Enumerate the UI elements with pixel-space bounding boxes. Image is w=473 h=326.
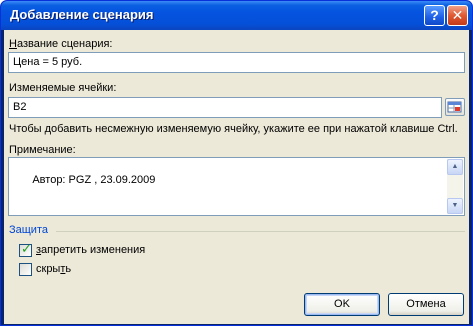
scenario-name-label: Название сценария: (9, 38, 112, 50)
prevent-changes-label[interactable]: запретить изменения (36, 244, 145, 256)
comment-label: Примечание: (9, 144, 76, 156)
cancel-button[interactable]: Отмена (388, 293, 464, 316)
hide-label-start: скры (36, 263, 61, 275)
prevent-changes-label-rest: апретить изменения (41, 244, 146, 256)
close-icon: ✕ (451, 7, 464, 23)
prevent-changes-checkbox[interactable]: ✓ (19, 241, 32, 257)
ok-button[interactable]: OK (304, 293, 380, 316)
hide-label-end: ь (65, 263, 72, 275)
comment-scrollbar[interactable]: ▲ ▼ (447, 159, 463, 214)
dialog-title: Добавление сценария (10, 7, 154, 22)
changing-cells-hint: Чтобы добавить несмежную изменяемую ячей… (9, 123, 458, 135)
arrow-down-icon: ▼ (451, 202, 459, 209)
changing-cells-label: Изменяемые ячейки: (9, 82, 117, 94)
arrow-up-icon: ▲ (451, 163, 459, 170)
title-bar[interactable]: Добавление сценария ? ✕ (1, 1, 472, 30)
scroll-up-button[interactable]: ▲ (447, 159, 463, 175)
scenario-name-input[interactable]: Цена = 5 руб. (8, 52, 465, 73)
hide-checkbox[interactable] (19, 263, 32, 276)
close-button[interactable]: ✕ (447, 5, 468, 26)
add-scenario-dialog: Добавление сценария ? ✕ Название сценари… (0, 0, 473, 326)
help-button[interactable]: ? (424, 5, 445, 26)
hide-label[interactable]: скрыть (36, 263, 71, 275)
changing-cells-input[interactable]: B2 (8, 97, 442, 118)
question-mark-icon: ? (430, 7, 439, 23)
scenario-name-label-first: Н (9, 38, 17, 50)
protection-group-label: Защита (9, 224, 48, 236)
checkmark-icon: ✓ (21, 241, 32, 256)
scroll-down-button[interactable]: ▼ (447, 198, 463, 214)
protection-group-divider (56, 231, 465, 232)
scenario-name-label-rest: азвание сценария: (16, 38, 113, 50)
dialog-body: Название сценария: Цена = 5 руб. Изменяе… (4, 30, 469, 324)
comment-textarea[interactable]: Автор: PGZ , 23.09.2009 ▲ ▼ (8, 157, 465, 216)
range-select-icon (447, 101, 462, 113)
comment-text: Автор: PGZ , 23.09.2009 (32, 174, 156, 186)
range-select-button[interactable] (445, 98, 465, 116)
